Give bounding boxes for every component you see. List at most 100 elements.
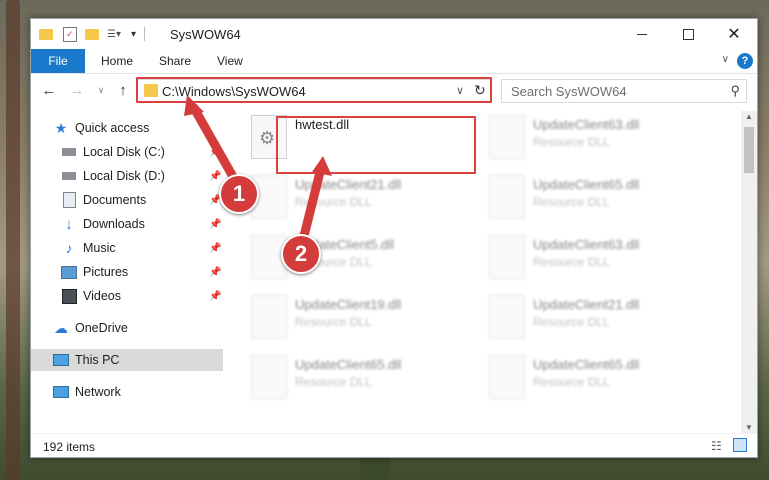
nav-item-label: Music xyxy=(83,241,116,255)
nav-item-label: Quick access xyxy=(75,121,150,135)
drive-icon xyxy=(61,168,77,184)
tab-view[interactable]: View xyxy=(217,49,243,73)
file-item[interactable]: UpdateClient65.dll Resource DLL xyxy=(469,351,699,403)
nav-item-label: This PC xyxy=(75,353,120,367)
scrollbar-thumb[interactable] xyxy=(744,127,754,173)
scroll-down-icon[interactable]: ▼ xyxy=(745,423,753,432)
forward-button[interactable]: → xyxy=(67,80,87,100)
file-item[interactable]: UpdateClient19.dll Resource DLL xyxy=(231,291,461,343)
minimize-icon xyxy=(637,33,647,35)
ribbon: File Home Share View ∨ ? xyxy=(31,49,757,74)
dll-file-icon xyxy=(251,355,287,399)
nav-item-this-pc[interactable]: This PC xyxy=(31,349,223,371)
tab-share[interactable]: Share xyxy=(159,49,191,73)
search-box[interactable]: Search SysWOW64 ⚲ xyxy=(501,79,747,103)
videos-icon xyxy=(61,288,77,304)
window-title: SysWOW64 xyxy=(170,27,241,42)
file-name: UpdateClient21.dll xyxy=(533,297,640,312)
item-count: 192 items xyxy=(43,440,96,454)
dll-file-icon xyxy=(489,115,525,159)
documents-icon xyxy=(61,192,77,208)
pin-icon[interactable]: 📌 xyxy=(209,171,221,183)
nav-item-pictures[interactable]: Pictures xyxy=(61,261,128,283)
maximize-icon xyxy=(682,28,694,40)
dll-file-icon xyxy=(489,235,525,279)
scroll-up-icon[interactable]: ▲ xyxy=(745,112,753,121)
forward-arrow-icon: → xyxy=(69,81,85,99)
search-icon: ⚲ xyxy=(730,83,740,98)
nav-item-label: Videos xyxy=(83,289,121,303)
up-button[interactable]: ↑ xyxy=(113,80,133,100)
dropdown-arrow-icon[interactable]: ▾ xyxy=(131,29,136,40)
nav-item-documents[interactable]: Documents xyxy=(61,189,146,211)
file-description: Resource DLL xyxy=(295,315,372,329)
file-item[interactable]: UpdateClient21.dll Resource DLL xyxy=(469,291,699,343)
file-name: UpdateClient63.dll xyxy=(533,237,640,252)
details-view-icon[interactable]: ☷ xyxy=(711,439,722,453)
folder-icon xyxy=(39,28,53,40)
title-separator xyxy=(144,27,146,41)
pin-icon[interactable]: 📌 xyxy=(209,243,221,255)
title-bar: ✓ ☰▾ ▾ SysWOW64 ✕ xyxy=(31,19,757,49)
properties-icon[interactable]: ✓ xyxy=(63,26,77,42)
dll-file-icon xyxy=(489,175,525,219)
nav-item-music[interactable]: ♪ Music xyxy=(61,237,116,259)
close-button[interactable]: ✕ xyxy=(711,19,757,49)
file-description: Resource DLL xyxy=(533,315,610,329)
pin-icon[interactable]: 📌 xyxy=(209,267,221,279)
file-description: Resource DLL xyxy=(533,255,610,269)
nav-item-label: Downloads xyxy=(83,217,145,231)
back-button[interactable]: ← xyxy=(39,80,59,100)
navigation-bar: ← → ∨ ↑ C:\Windows\SysWOW64 ∨ ↻ Search S… xyxy=(31,74,757,108)
nav-item-local-disk-c[interactable]: Local Disk (C:) xyxy=(61,141,165,163)
file-name: UpdateClient19.dll xyxy=(295,297,402,312)
background-tree xyxy=(6,0,20,480)
file-highlight xyxy=(276,116,476,174)
close-icon: ✕ xyxy=(727,26,741,43)
pin-icon[interactable]: 📌 xyxy=(209,195,221,207)
file-name: UpdateClient21.dll xyxy=(295,177,402,192)
vertical-scrollbar[interactable]: ▲ ▼ xyxy=(741,111,757,433)
file-item[interactable]: UpdateClient63.dll Resource DLL xyxy=(469,111,699,163)
file-description: Resource DLL xyxy=(295,195,372,209)
nav-item-label: Documents xyxy=(83,193,147,207)
help-icon[interactable]: ? xyxy=(737,53,753,69)
file-description: Resource DLL xyxy=(533,135,610,149)
pin-icon[interactable]: 📌 xyxy=(209,147,221,159)
customize-toolbar-icon[interactable]: ☰▾ xyxy=(107,29,121,40)
nav-item-videos[interactable]: Videos xyxy=(61,285,121,307)
nav-item-label: Local Disk (C:) xyxy=(83,145,165,159)
minimize-button[interactable] xyxy=(619,19,665,49)
recent-locations-button[interactable]: ∨ xyxy=(91,80,111,100)
drive-icon xyxy=(61,144,77,160)
large-icons-view-icon[interactable] xyxy=(733,438,747,452)
file-item[interactable]: UpdateClient5.dll Resource DLL xyxy=(231,231,461,283)
music-icon: ♪ xyxy=(65,240,73,256)
pin-icon[interactable]: 📌 xyxy=(209,291,221,303)
file-item[interactable]: UpdateClient65.dll Resource DLL xyxy=(231,351,461,403)
search-placeholder: Search SysWOW64 xyxy=(511,84,627,99)
expand-ribbon-icon[interactable]: ∨ xyxy=(722,54,729,65)
tab-file[interactable]: File xyxy=(31,49,85,73)
file-description: Resource DLL xyxy=(533,375,610,389)
cloud-icon: ☁ xyxy=(54,319,68,336)
new-folder-icon[interactable] xyxy=(85,28,99,40)
callout-badge-2: 2 xyxy=(281,234,321,274)
maximize-button[interactable] xyxy=(665,19,711,49)
nav-item-onedrive[interactable]: ☁ OneDrive xyxy=(53,317,128,339)
nav-item-local-disk-d[interactable]: Local Disk (D:) xyxy=(61,165,165,187)
file-item[interactable]: UpdateClient63.dll Resource DLL xyxy=(469,231,699,283)
tab-home[interactable]: Home xyxy=(101,49,133,73)
nav-item-downloads[interactable]: ↓ Downloads xyxy=(61,213,145,235)
address-bar-highlight xyxy=(136,77,492,103)
file-item[interactable]: UpdateClient21.dll Resource DLL xyxy=(231,171,461,223)
navigation-pane: ★ Quick access Local Disk (C:) 📌 Local D… xyxy=(31,111,227,431)
nav-item-network[interactable]: Network xyxy=(53,381,121,403)
pin-icon[interactable]: 📌 xyxy=(209,219,221,231)
chevron-down-icon: ∨ xyxy=(97,84,105,95)
network-icon xyxy=(53,384,69,400)
nav-item-label: Local Disk (D:) xyxy=(83,169,165,183)
nav-item-quick-access[interactable]: ★ Quick access xyxy=(53,117,150,139)
file-name: UpdateClient63.dll xyxy=(533,117,640,132)
file-item[interactable]: UpdateClient65.dll Resource DLL xyxy=(469,171,699,223)
